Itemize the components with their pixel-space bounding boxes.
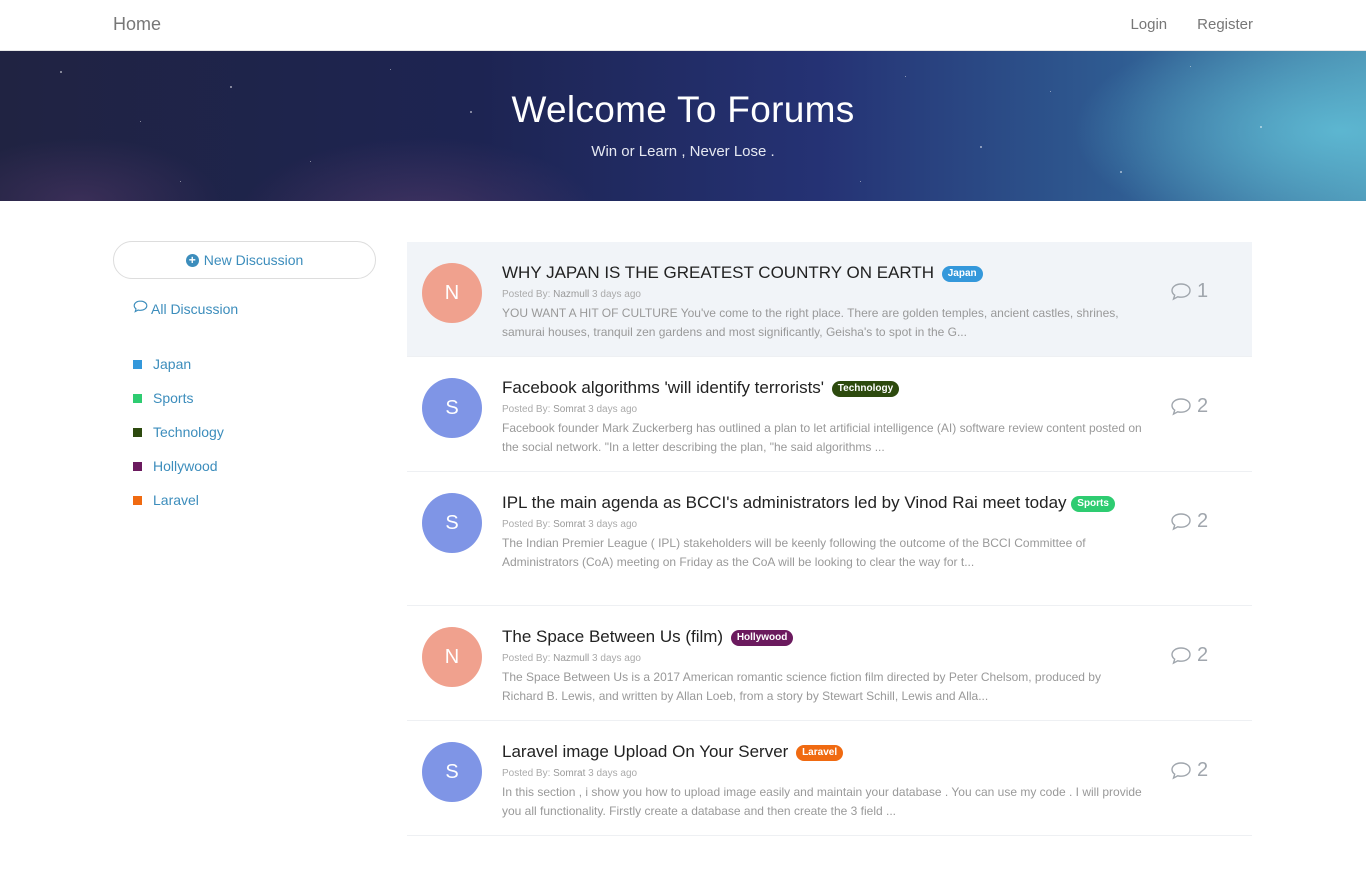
discussion-item[interactable]: N WHY JAPAN IS THE GREATEST COUNTRY ON E… (407, 242, 1252, 357)
post-meta: Posted By: Nazmull 3 days ago (502, 653, 641, 664)
nav-login-link[interactable]: Login (1130, 16, 1167, 33)
channel-label: Laravel (153, 492, 199, 508)
discussion-excerpt: YOU WANT A HIT OF CULTURE You've come to… (502, 306, 1119, 339)
hero-subtitle: Win or Learn , Never Lose . (591, 143, 775, 160)
comment-icon (1171, 761, 1191, 780)
channel-item-technology[interactable]: Technology (133, 415, 224, 449)
author-name[interactable]: Somrat (553, 519, 585, 530)
avatar: N (422, 263, 482, 323)
channel-item-laravel[interactable]: Laravel (133, 483, 224, 517)
discussion-title: Facebook algorithms 'will identify terro… (502, 377, 1142, 399)
post-time: 3 days ago (592, 289, 641, 300)
channel-badge[interactable]: Sports (1071, 496, 1115, 512)
channel-color-square (133, 461, 142, 471)
post-meta: Posted By: Nazmull 3 days ago (502, 289, 641, 300)
channel-list: Japan Sports Technology Hollywood Larave… (133, 347, 224, 517)
post-meta: Posted By: Somrat 3 days ago (502, 404, 638, 415)
nav-home-link[interactable]: Home (113, 14, 161, 35)
discussion-title-link[interactable]: The Space Between Us (film) (502, 627, 723, 646)
discussion-title: WHY JAPAN IS THE GREATEST COUNTRY ON EAR… (502, 262, 1142, 284)
reply-count: 2 (1170, 759, 1208, 782)
new-discussion-button[interactable]: + New Discussion (113, 241, 376, 279)
comment-icon (133, 300, 148, 318)
post-time: 3 days ago (588, 519, 638, 530)
avatar: S (422, 378, 482, 438)
hero-title: Welcome To Forums (511, 89, 855, 130)
channel-item-sports[interactable]: Sports (133, 381, 224, 415)
author-name[interactable]: Somrat (553, 768, 585, 779)
channel-label: Hollywood (153, 458, 218, 474)
avatar: S (422, 493, 482, 553)
channel-label: Sports (153, 390, 194, 406)
post-time: 3 days ago (592, 653, 641, 664)
channel-color-square (133, 393, 142, 403)
new-discussion-label: New Discussion (203, 252, 304, 268)
discussion-excerpt: The Indian Premier League ( IPL) stakeho… (502, 536, 1086, 569)
channel-color-square (133, 495, 142, 505)
discussion-item[interactable]: S Laravel image Upload On Your Server La… (407, 721, 1252, 836)
plus-circle-icon: + (185, 253, 199, 267)
channel-badge[interactable]: Hollywood (730, 630, 794, 646)
discussion-title-link[interactable]: Facebook algorithms 'will identify terro… (502, 378, 824, 397)
channel-label: Japan (153, 356, 192, 372)
reply-count: 2 (1170, 510, 1208, 533)
discussion-title: IPL the main agenda as BCCI's administra… (502, 492, 1142, 514)
comment-icon (1171, 646, 1191, 665)
reply-count: 2 (1170, 395, 1208, 418)
nav-auth-links: Login Register (1130, 16, 1253, 33)
post-time: 3 days ago (588, 768, 638, 779)
hero-banner: Welcome To Forums Win or Learn , Never L… (0, 51, 1366, 201)
author-name[interactable]: Nazmull (553, 653, 589, 664)
reply-count: 1 (1170, 280, 1208, 303)
all-discussion-label: All Discussion (151, 301, 239, 317)
discussion-title-link[interactable]: WHY JAPAN IS THE GREATEST COUNTRY ON EAR… (502, 263, 934, 282)
channel-item-hollywood[interactable]: Hollywood (133, 449, 224, 483)
post-meta: Posted By: Somrat 3 days ago (502, 768, 638, 779)
channel-color-square (133, 427, 142, 437)
comment-icon (1171, 512, 1191, 531)
channel-label: Technology (153, 424, 224, 440)
discussion-title-link[interactable]: IPL the main agenda as BCCI's administra… (502, 493, 1067, 512)
avatar: N (422, 627, 482, 687)
discussion-list: N WHY JAPAN IS THE GREATEST COUNTRY ON E… (407, 242, 1252, 836)
post-meta: Posted By: Somrat 3 days ago (502, 519, 638, 530)
author-name[interactable]: Somrat (553, 404, 585, 415)
discussion-item[interactable]: N The Space Between Us (film) Hollywood … (407, 606, 1252, 721)
discussion-title: Laravel image Upload On Your Server Lara… (502, 741, 1142, 763)
author-name[interactable]: Nazmull (553, 289, 589, 300)
channel-color-square (133, 359, 142, 369)
discussion-item[interactable]: S Facebook algorithms 'will identify ter… (407, 357, 1252, 472)
discussion-excerpt: The Space Between Us is a 2017 American … (502, 670, 1101, 703)
navbar: Home Login Register (0, 0, 1366, 51)
comment-icon (1171, 282, 1191, 301)
channel-badge[interactable]: Japan (941, 266, 983, 282)
reply-count: 2 (1170, 644, 1208, 667)
all-discussion-link[interactable]: All Discussion (133, 300, 238, 318)
discussion-title-link[interactable]: Laravel image Upload On Your Server (502, 742, 788, 761)
discussion-title: The Space Between Us (film) Hollywood (502, 626, 1142, 648)
comment-icon (1171, 397, 1191, 416)
avatar: S (422, 742, 482, 802)
channel-item-japan[interactable]: Japan (133, 347, 224, 381)
channel-badge[interactable]: Technology (831, 381, 900, 397)
nav-register-link[interactable]: Register (1197, 16, 1253, 33)
discussion-excerpt: In this section , i show you how to uplo… (502, 785, 1142, 818)
post-time: 3 days ago (588, 404, 638, 415)
discussion-excerpt: Facebook founder Mark Zuckerberg has out… (502, 421, 1142, 454)
discussion-item[interactable]: S IPL the main agenda as BCCI's administ… (407, 472, 1252, 606)
channel-badge[interactable]: Laravel (796, 745, 844, 761)
